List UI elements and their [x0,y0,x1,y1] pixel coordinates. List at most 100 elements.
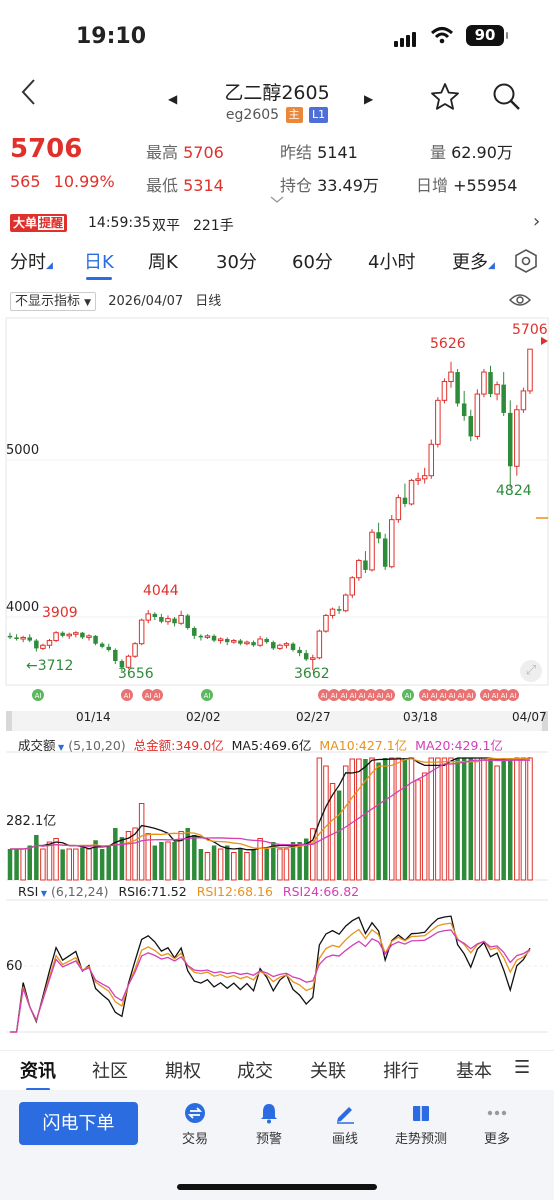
open-interest-field: 持仓 33.49万 [280,172,379,196]
volume-bar [192,835,197,880]
volume-bar [508,758,513,880]
tab-4hour[interactable]: 4小时 [368,248,415,274]
tab-news[interactable]: 资讯 [20,1057,56,1091]
prev-settle-value: 5141 [317,143,358,162]
volume-bar [514,757,520,881]
candle-body [468,416,474,437]
volume-bar [415,779,421,881]
expand-chart-icon[interactable]: ⤢ [520,660,542,682]
volume-bar [283,848,290,881]
volume-bar [336,790,342,880]
trade-icon [185,1103,205,1123]
volume-params: (5,10,20) [68,738,126,753]
candle-body [224,638,230,643]
change-value: 565 [10,172,41,191]
alert-button[interactable]: 预警 [234,1102,304,1147]
volume-dropdown[interactable]: 成交额 ▼ [18,738,64,753]
volume-total: 总金额:349.0亿 [133,738,224,753]
volume-bar [468,758,474,880]
candle-body [316,630,323,659]
ai-badge-text: AI [35,692,42,700]
ai-badge-text: AI [449,692,456,700]
open-interest-label: 持仓 [280,176,313,195]
search-icon[interactable] [492,82,522,112]
volume-bar [408,757,415,881]
chart-settings-icon[interactable] [513,248,539,274]
volume-bar [14,849,19,880]
eye-icon[interactable] [508,292,532,308]
tab-daily-k[interactable]: 日K [84,248,114,280]
x-tick-0407: 04/07 [512,710,547,724]
daily-increase-field: 日增 +55954 [416,172,517,196]
banner-time: 14:59:35 [88,215,151,231]
flash-order-button[interactable]: 闪电下单 [19,1102,138,1145]
candle-body [474,393,481,437]
expand-chevron-icon[interactable] [269,196,285,204]
tab-more[interactable]: 更多◢ [452,248,495,274]
candle-body [231,640,237,643]
tab-trades[interactable]: 成交 [237,1057,273,1083]
candle-body [178,614,184,624]
candle-body [395,497,402,521]
rsi-y-tick: 60 [6,959,23,974]
candle-body [113,649,118,661]
rsi12-value: RSI12:68.16 [196,884,273,899]
tab-related[interactable]: 关联 [310,1057,346,1083]
candle-body [481,371,487,395]
candle-body [257,638,263,646]
kline-chart[interactable]: AI AI AI AI AI AI AI AI AI AI AI AI AI AI AI AI AI AI AI AI… [0,315,554,1050]
next-contract-button[interactable]: ▶ [364,92,373,106]
volume-bar [323,765,329,881]
trade-button[interactable]: 交易 [160,1102,230,1147]
candle-body [185,615,190,628]
high-field: 最高 5706 [146,139,224,163]
rsi24-value: RSI24:66.82 [282,884,360,899]
rsi-dropdown[interactable]: RSI ▼ [18,884,47,899]
bell-icon [261,1104,277,1124]
tab-ranking[interactable]: 排行 [383,1057,419,1083]
volume-bar [441,757,448,881]
tab-60min[interactable]: 60分 [292,248,333,274]
contract-code: eg2605 [225,107,280,123]
tab-fundamentals[interactable]: 基本 [456,1057,496,1083]
candle-body [27,637,32,641]
bottom-tabs: 资讯 社区 期权 成交 关联 排行 基本 ☰ [0,1050,554,1091]
candle-body [349,577,356,596]
candle-body [455,372,460,404]
indicator-dropdown[interactable]: 不显示指标 ▼ [10,292,97,311]
trend-predict-button[interactable]: 走势预测 [386,1102,456,1147]
volume-bar [80,847,85,880]
more-button[interactable]: 更多 [462,1102,532,1147]
ai-badge-text: AI [440,692,447,700]
candle-body [217,638,224,642]
menu-icon[interactable]: ☰ [514,1057,530,1078]
favorite-star-icon[interactable] [430,82,460,112]
candle-body [303,653,309,660]
battery-icon: 90 [466,25,508,46]
volume-dropdown-label: 成交额 [18,738,56,753]
page-title: 乙二醇2605 [224,82,330,104]
tab-intraday[interactable]: 分时◢ [10,248,53,274]
rsi6-value: RSI6:71.52 [118,884,187,899]
candle-body [7,635,13,638]
volume-bar [40,848,46,881]
tab-options[interactable]: 期权 [165,1057,201,1083]
candle-body [421,475,428,480]
candle-body [46,640,53,646]
candle-body [435,399,441,445]
volume-y-tick: 282.1亿 [6,814,57,829]
volume-bar [369,757,375,881]
volume-bar [297,842,302,880]
ai-badge-text: AI [483,692,490,700]
tab-community[interactable]: 社区 [92,1057,128,1083]
tab-weekly-k[interactable]: 周K [148,248,178,274]
low-value: 5314 [183,176,224,195]
low-label: 最低 [146,176,179,195]
volume-ma5: MA5:469.6亿 [231,738,312,753]
tab-intraday-label: 分时 [10,252,46,273]
y-tick-5000: 5000 [6,443,40,458]
big-order-banner[interactable]: 大单 提醒 14:59:35 双平 221手 › [0,210,554,236]
draw-line-button[interactable]: 画线 [310,1102,380,1147]
tab-30min[interactable]: 30分 [216,248,257,274]
volume-bar [501,758,506,880]
